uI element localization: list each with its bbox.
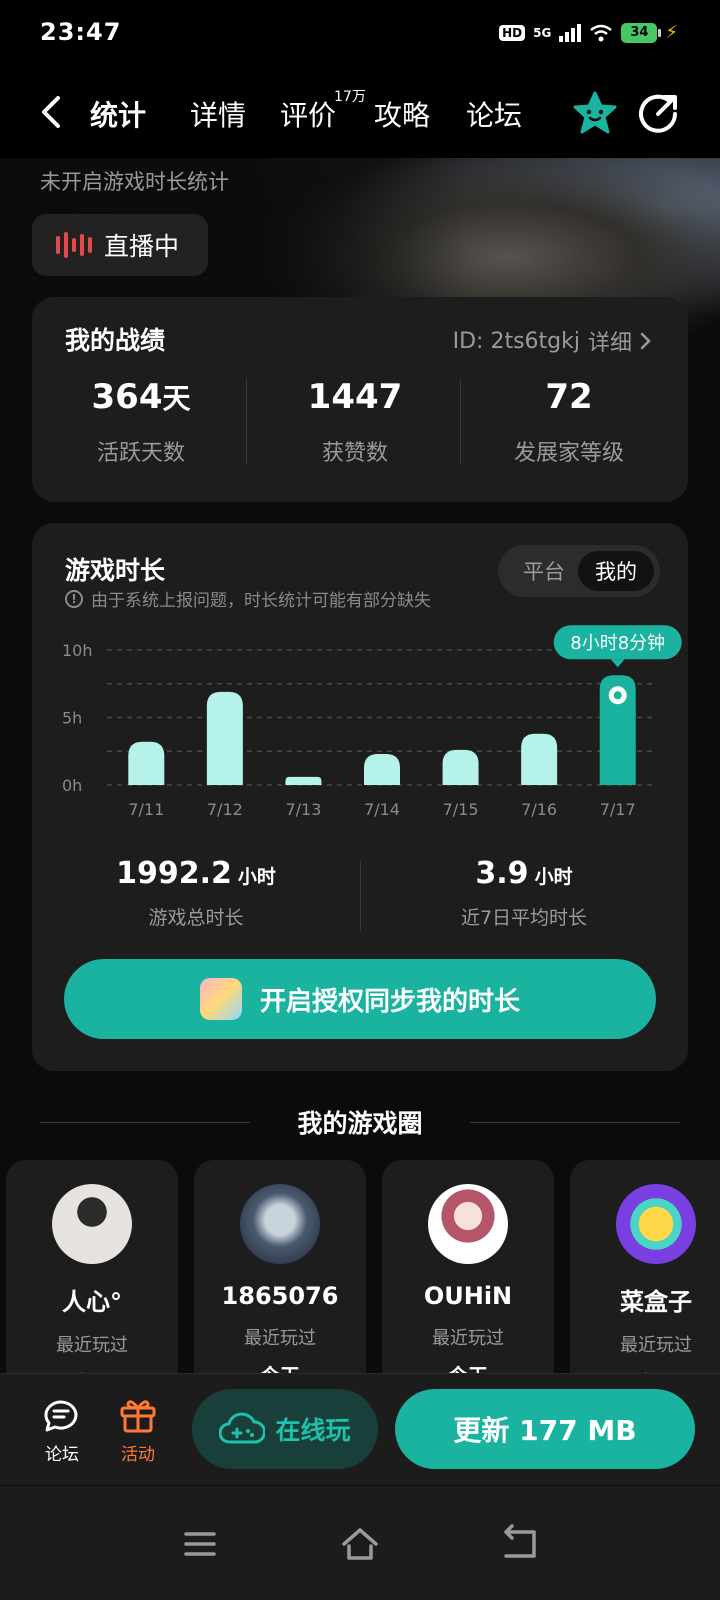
info-icon: ! [65, 589, 83, 608]
wifi-icon [590, 24, 613, 41]
data-warning: ! 由于系统上报问题，时长统计可能有部分缺失 [65, 586, 431, 611]
share-icon[interactable] [638, 92, 680, 134]
x-tick-label: 7/16 [521, 800, 557, 819]
review-count-badge: 17万 [334, 89, 366, 105]
network-label: 5G [533, 25, 552, 40]
system-navigation-bar [0, 1486, 720, 1600]
top-navigation: 统计 详情 评价 17万 攻略 论坛 [0, 68, 720, 158]
tab-forum[interactable]: 论坛 [466, 94, 522, 134]
update-button[interactable]: 更新 177 MB [395, 1389, 695, 1469]
friend-card[interactable]: 人心° 最近玩过 今天 [6, 1160, 178, 1374]
activity-button[interactable]: 活动 [110, 1396, 166, 1465]
y-tick-label: 5h [62, 709, 82, 728]
gift-icon [120, 1400, 156, 1433]
playtime-title: 游戏时长 [65, 556, 166, 585]
charging-icon: ⚡ [665, 22, 678, 43]
signal-icon [559, 23, 582, 42]
follow-star-icon[interactable] [572, 90, 618, 136]
platform-mine-toggle: 平台 我的 [498, 545, 660, 597]
status-time: 23:47 [40, 18, 122, 46]
avatar [616, 1184, 696, 1264]
battery-icon: 34 [621, 22, 662, 43]
user-id: ID: 2ts6tgkj [452, 328, 580, 354]
back-arrow-icon[interactable] [36, 92, 68, 132]
y-tick-label: 10h [62, 641, 93, 660]
tab-guides[interactable]: 攻略 [374, 94, 430, 134]
playtime-bar-chart: 0h 5h 10h 7/11 7/12 7/13 7/14 7/15 7/16 7/17 8小时8分… [62, 625, 682, 819]
tooltip-label: 8小时8分钟 [570, 633, 665, 654]
x-tick-label: 7/15 [443, 800, 479, 819]
menu-icon[interactable] [180, 1524, 220, 1564]
average-playtime: 3.9 小时 近7日平均时长 [460, 856, 588, 929]
x-tick-label: 7/12 [207, 800, 243, 819]
playtime-notice: 未开启游戏时长统计 [40, 170, 229, 194]
friend-card[interactable]: OUHiN 最近玩过 今天 [382, 1160, 554, 1374]
game-circle-header: 我的游戏圈 [0, 1104, 720, 1140]
friends-list: 人心° 最近玩过 今天 1865076 最近玩过 今天 OUHiN 最近玩过 今… [6, 1160, 720, 1374]
home-icon[interactable] [340, 1524, 380, 1564]
forum-chat-icon [44, 1400, 78, 1432]
avatar [240, 1184, 320, 1264]
tooltip-pointer [610, 659, 625, 668]
x-tick-label: 7/11 [128, 800, 164, 819]
stat-active-days: 364天 活跃天数 [91, 377, 191, 466]
live-icon [56, 232, 92, 258]
bar [521, 733, 558, 785]
game-icon [199, 978, 242, 1020]
bar [364, 753, 400, 785]
sync-playtime-button[interactable]: 开启授权同步我的时长 [64, 959, 656, 1039]
friend-card[interactable]: 1865076 最近玩过 今天 [194, 1160, 366, 1374]
avatar [52, 1184, 132, 1264]
hd-icon: HD [499, 24, 526, 41]
record-title: 我的战绩 [65, 326, 166, 355]
record-detail-link[interactable]: ID: 2ts6tgkj 详细 [453, 325, 652, 357]
stat-developer-level: 72 发展家等级 [513, 377, 624, 466]
bar [206, 691, 243, 785]
tab-stats[interactable]: 统计 [90, 94, 146, 134]
detail-label: 详细 [587, 331, 632, 356]
status-bar: 23:47 HD 5G 34 ⚡ [0, 0, 720, 68]
back-icon[interactable] [500, 1524, 540, 1564]
cloud-gamepad-icon [219, 1412, 266, 1444]
tab-details[interactable]: 详情 [190, 94, 246, 134]
friend-card[interactable]: 菜盒子 最近玩过 今天 [570, 1160, 720, 1374]
bottom-action-bar: 论坛 活动 在线玩 更新 177 MB [0, 1373, 720, 1485]
bar [442, 749, 479, 785]
bar [128, 741, 165, 785]
forum-button[interactable]: 论坛 [34, 1396, 90, 1465]
bar [285, 776, 322, 785]
avatar [428, 1184, 508, 1264]
tab-reviews[interactable]: 评价 [280, 94, 336, 134]
playtime-card: 游戏时长 平台 我的 ! 由于系统上报问题，时长统计可能有部分缺失 0h 5h 10… [32, 523, 688, 1071]
online-play-button[interactable]: 在线玩 [192, 1389, 378, 1469]
stat-likes: 1447 获赞数 [307, 377, 403, 466]
toggle-platform[interactable]: 平台 [506, 551, 582, 591]
x-tick-label: 7/14 [364, 800, 400, 819]
toggle-mine[interactable]: 我的 [578, 551, 654, 591]
y-tick-label: 0h [62, 776, 82, 795]
x-tick-label: 7/13 [285, 800, 321, 819]
my-record-card: 我的战绩 ID: 2ts6tgkj 详细 364天 活跃天数 1447 获赞数 … [32, 297, 688, 502]
live-streaming-button[interactable]: 直播中 [32, 214, 208, 276]
highlight-marker-dot [613, 691, 622, 700]
total-playtime: 1992.2 小时 游戏总时长 [116, 856, 276, 929]
x-tick-label: 7/17 [600, 800, 636, 819]
live-label: 直播中 [104, 232, 180, 261]
chevron-right-icon [640, 332, 651, 350]
